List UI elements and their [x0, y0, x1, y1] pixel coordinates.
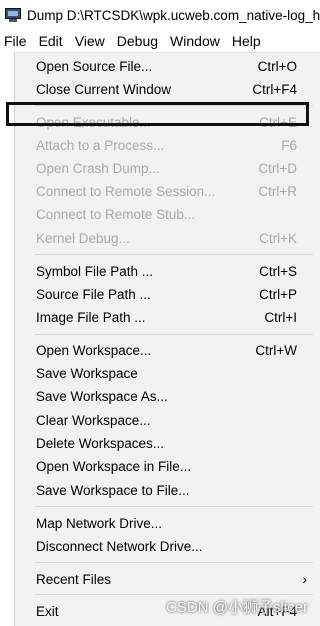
- menu-item-label: Map Network Drive...: [36, 516, 163, 531]
- menu-item-shortcut: Ctrl+S: [259, 264, 297, 279]
- menu-item-open-source-file[interactable]: Open Source File... Ctrl+O: [15, 55, 320, 78]
- menu-item-kernel-debug[interactable]: Kernel Debug... Ctrl+K: [15, 227, 320, 250]
- menu-item-shortcut: Ctrl+D: [258, 161, 297, 176]
- menu-item-clear-workspace[interactable]: Clear Workspace...: [15, 409, 320, 432]
- menu-item-disconnect-network-drive[interactable]: Disconnect Network Drive...: [15, 535, 320, 558]
- menu-item-close-current-window[interactable]: Close Current Window Ctrl+F4: [15, 78, 320, 101]
- menu-item-label: Delete Workspaces...: [36, 436, 165, 451]
- menu-edit[interactable]: Edit: [33, 30, 69, 52]
- menu-item-map-network-drive[interactable]: Map Network Drive...: [15, 512, 320, 535]
- menu-item-source-file-path[interactable]: Source File Path ... Ctrl+P: [15, 283, 320, 306]
- menu-item-label: Open Source File...: [36, 59, 153, 74]
- csdn-watermark: CSDN @小狮子slicer: [166, 599, 308, 616]
- annotation-highlight-box: [6, 102, 309, 126]
- menu-debug[interactable]: Debug: [111, 30, 164, 52]
- menu-bar: File Edit View Debug Window Help: [0, 30, 320, 52]
- menu-item-label: Close Current Window: [36, 82, 172, 97]
- menu-item-shortcut: Ctrl+I: [264, 310, 297, 325]
- menu-item-label: Source File Path ...: [36, 287, 151, 302]
- menu-item-label: Connect to Remote Session...: [36, 184, 216, 199]
- menu-item-shortcut: Ctrl+O: [257, 59, 297, 74]
- menu-item-connect-remote-stub[interactable]: Connect to Remote Stub...: [15, 203, 320, 226]
- menu-item-label: Image File Path ...: [36, 310, 146, 325]
- menu-item-recent-files[interactable]: Recent Files ›: [15, 568, 320, 591]
- menu-separator: [35, 506, 313, 507]
- menu-item-open-workspace[interactable]: Open Workspace... Ctrl+W: [15, 339, 320, 362]
- menu-file[interactable]: File: [0, 30, 33, 52]
- menu-item-shortcut: Ctrl+K: [259, 231, 297, 246]
- menu-item-shortcut: Ctrl+W: [255, 343, 297, 358]
- menu-item-label: Save Workspace to File...: [36, 483, 190, 498]
- menu-item-label: Open Workspace...: [36, 343, 152, 358]
- menu-item-label: Connect to Remote Stub...: [36, 207, 196, 222]
- menu-item-label: Clear Workspace...: [36, 413, 151, 428]
- menu-item-image-file-path[interactable]: Image File Path ... Ctrl+I: [15, 306, 320, 329]
- menu-view[interactable]: View: [69, 30, 111, 52]
- menu-item-label: Kernel Debug...: [36, 231, 130, 246]
- submenu-arrow-icon: ›: [302, 571, 307, 587]
- menu-item-label: Recent Files: [36, 572, 112, 587]
- title-bar: Dump D:\RTCSDK\wpk.ucweb.com_native-log_…: [0, 0, 320, 30]
- menu-item-save-workspace-to-file[interactable]: Save Workspace to File...: [15, 479, 320, 502]
- menu-item-label: Symbol File Path ...: [36, 264, 154, 279]
- menu-separator: [35, 254, 313, 255]
- menu-item-label: Save Workspace As...: [36, 389, 168, 404]
- menu-item-open-workspace-in-file[interactable]: Open Workspace in File...: [15, 455, 320, 478]
- menu-separator: [35, 334, 313, 335]
- menu-item-label: Open Crash Dump...: [36, 161, 160, 176]
- menu-item-label: Save Workspace: [36, 366, 138, 381]
- menu-separator: [35, 562, 313, 563]
- menu-window[interactable]: Window: [164, 30, 226, 52]
- menu-item-shortcut: Ctrl+R: [258, 184, 297, 199]
- menu-item-save-workspace[interactable]: Save Workspace: [15, 362, 320, 385]
- menu-item-symbol-file-path[interactable]: Symbol File Path ... Ctrl+S: [15, 260, 320, 283]
- menu-item-shortcut: F6: [281, 138, 297, 153]
- file-menu-dropdown: Open Source File... Ctrl+O Close Current…: [14, 52, 320, 626]
- windbg-app-icon: [5, 8, 21, 22]
- menu-separator: [35, 594, 313, 595]
- menu-item-delete-workspaces[interactable]: Delete Workspaces...: [15, 432, 320, 455]
- menu-item-label: Open Workspace in File...: [36, 459, 192, 474]
- menu-item-attach-to-process[interactable]: Attach to a Process... F6: [15, 134, 320, 157]
- menu-item-shortcut: Ctrl+P: [259, 287, 297, 302]
- window-title: Dump D:\RTCSDK\wpk.ucweb.com_native-log_…: [27, 7, 320, 23]
- menu-item-shortcut: Ctrl+F4: [252, 82, 297, 97]
- menu-help[interactable]: Help: [226, 30, 267, 52]
- menu-item-label: Attach to a Process...: [36, 138, 165, 153]
- menu-item-connect-remote-session[interactable]: Connect to Remote Session... Ctrl+R: [15, 180, 320, 203]
- menu-item-label: Exit: [36, 604, 59, 619]
- menu-item-label: Disconnect Network Drive...: [36, 539, 203, 554]
- menu-item-open-crash-dump[interactable]: Open Crash Dump... Ctrl+D: [15, 157, 320, 180]
- menu-item-save-workspace-as[interactable]: Save Workspace As...: [15, 385, 320, 408]
